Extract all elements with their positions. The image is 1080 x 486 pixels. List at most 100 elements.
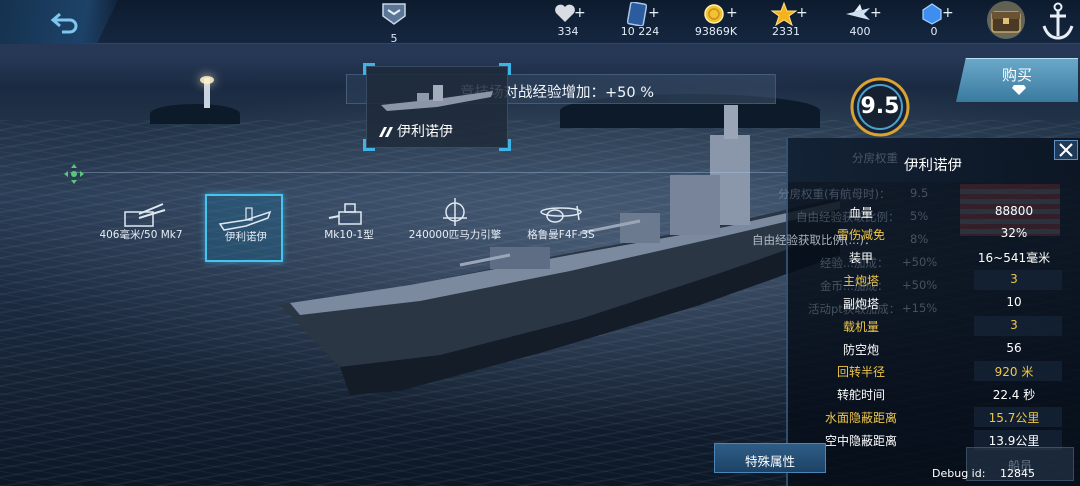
rank-badge[interactable]: 5 [374, 0, 414, 45]
ghost-row-label: 分房权重(有航母时)： [778, 187, 891, 201]
stat-label: 水面隐蔽距离 [824, 411, 897, 425]
divider-line [70, 172, 790, 173]
rotate-view-icon[interactable] [64, 164, 84, 184]
stat-value: 3 [1010, 318, 1018, 332]
ship-type-icon [379, 127, 393, 137]
card-corner-bl [363, 139, 375, 151]
aircraft-icon [540, 205, 582, 223]
stat-value: 15.7公里 [988, 411, 1040, 425]
top-bar: 5 + 334 + 10 224 + 93869K + 2331 + 400 +… [0, 0, 1080, 45]
module-secondary-gun-label: Mk10-1型 [324, 229, 374, 241]
treasure-chest-icon[interactable] [978, 0, 1034, 40]
add-stars-icon[interactable]: + [796, 5, 808, 21]
module-main-gun-label: 406毫米/50 Mk7 [99, 229, 183, 241]
diamond-icon [1012, 85, 1026, 95]
stat-label: 主炮塔 [842, 274, 879, 288]
ghost-header: 分房权重 [852, 151, 898, 165]
stat-value: 32% [1000, 226, 1028, 240]
stat-value: 88800 [994, 204, 1034, 218]
stat-label: 回转半径 [836, 365, 885, 379]
module-hull-label: 伊利诺伊 [225, 231, 267, 243]
add-cards-icon[interactable]: + [648, 5, 660, 21]
distant-island-left [150, 104, 240, 124]
back-arrow-icon [50, 12, 78, 34]
stat-row-aircraft-capacity: 载机量 3 [806, 315, 1080, 337]
stat-value: 56 [1006, 341, 1022, 355]
module-main-gun[interactable]: 406毫米/50 Mk7 [99, 194, 183, 262]
debug-label: Debug id: [932, 467, 986, 480]
stat-label: 副炮塔 [842, 297, 879, 311]
planes-value: 400 [849, 25, 871, 38]
ship-card[interactable]: 伊利诺伊 [363, 63, 511, 151]
stat-value: 3 [1010, 272, 1018, 286]
stat-label: 载机量 [842, 320, 879, 334]
stat-row-torpedo-reduction: 雷伤减免 32% [806, 223, 1080, 245]
cards-value: 10 224 [620, 25, 660, 38]
module-hull[interactable]: 伊利诺伊 [205, 194, 283, 262]
stat-row-rudder-time: 转舵时间 22.4 秒 [806, 383, 1080, 405]
stat-row-armor: 装甲 16~541毫米 [806, 246, 1080, 268]
stat-row-aa-guns: 防空炮 56 [806, 338, 1080, 360]
module-secondary-gun[interactable]: Mk10-1型 [310, 194, 388, 262]
add-gems-icon[interactable]: + [942, 5, 954, 21]
card-icon [626, 1, 648, 27]
module-aircraft[interactable]: 格鲁曼F4F-3S [522, 194, 600, 262]
stat-row-turn-radius: 回转半径 920 米 [806, 360, 1080, 382]
module-engine[interactable]: 240000匹马力引擎 [409, 194, 501, 262]
close-icon [1059, 143, 1073, 157]
special-attributes-button[interactable]: 特殊属性 [714, 443, 826, 473]
stat-row-hp: 血量 88800 [806, 201, 1080, 223]
main-gun-icon [124, 203, 166, 227]
module-engine-label: 240000匹马力引擎 [408, 229, 502, 241]
buy-button[interactable]: 购买 [956, 58, 1078, 102]
add-planes-icon[interactable]: + [870, 5, 882, 21]
stat-row-surface-concealment: 水面隐蔽距离 15.7公里 [806, 406, 1080, 428]
stat-label: 转舵时间 [836, 388, 885, 402]
resource-planes[interactable]: + 400 [818, 0, 902, 38]
close-panel-button[interactable] [1054, 140, 1078, 160]
add-hearts-icon[interactable]: + [574, 5, 586, 21]
star-icon [770, 1, 798, 27]
buy-button-label: 购买 [1001, 66, 1032, 84]
secondary-gun-icon [328, 203, 362, 225]
card-corner-br [499, 139, 511, 151]
module-aircraft-label: 格鲁曼F4F-3S [527, 229, 595, 241]
stat-row-secondary-turrets: 副炮塔 10 [806, 292, 1080, 314]
ship-hull-icon [218, 207, 272, 231]
stat-value: 10 [1006, 295, 1022, 309]
stat-label: 血量 [848, 206, 873, 220]
stat-value: 16~541毫米 [977, 251, 1051, 265]
card-corner-tl [363, 63, 375, 75]
card-corner-tr [499, 63, 511, 75]
resource-stars[interactable]: + 2331 [744, 0, 828, 38]
panel-title: 伊利诺伊 [904, 158, 962, 174]
blue-gem-icon [922, 3, 942, 25]
back-button[interactable] [0, 0, 118, 44]
resource-gems[interactable]: + 0 [892, 0, 976, 38]
panel-header: 伊利诺伊 [788, 138, 1080, 182]
anchor-menu-icon[interactable] [1036, 0, 1080, 44]
engine-icon [443, 198, 467, 226]
add-gold-icon[interactable]: + [726, 5, 738, 21]
stat-label: 雷伤减免 [836, 228, 885, 242]
stars-value: 2331 [772, 25, 800, 38]
plane-icon [846, 4, 870, 20]
rank-level: 5 [390, 32, 398, 45]
resource-cards[interactable]: + 10 224 [598, 0, 682, 38]
special-attributes-label: 特殊属性 [744, 454, 795, 469]
ship-thumbnail [381, 85, 493, 111]
stat-value: 920 米 [994, 365, 1034, 379]
lighthouse-light [200, 76, 214, 84]
debug-id-value: 12845 [1000, 467, 1035, 480]
stat-row-main-turrets: 主炮塔 3 [806, 269, 1080, 291]
gems-value: 0 [930, 25, 938, 38]
gold-coin-icon [704, 4, 724, 24]
rating-value: 9.5 [860, 94, 900, 119]
rank-emblem-icon [382, 3, 406, 25]
debug-id: Debug id: 12845 [932, 467, 1035, 480]
ship-rating: 9.5 [838, 76, 922, 138]
ghost-row-value: 9.5 [910, 186, 929, 200]
stat-label: 防空炮 [842, 343, 879, 357]
stat-value: 22.4 秒 [992, 388, 1036, 402]
ship-card-name: 伊利诺伊 [397, 124, 453, 140]
